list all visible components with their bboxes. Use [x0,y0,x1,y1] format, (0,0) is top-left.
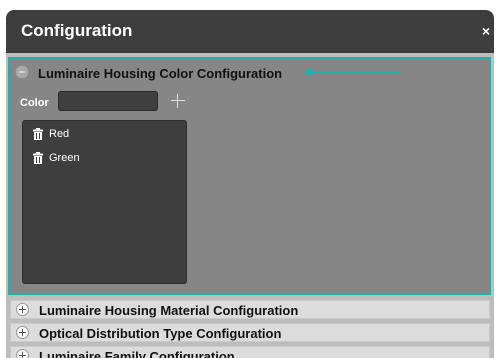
collapse-icon[interactable] [15,65,29,79]
add-icon[interactable] [170,93,186,109]
arrow-left-icon [302,68,400,76]
trash-icon[interactable] [33,152,43,164]
close-icon[interactable]: × [482,23,490,39]
optical-distribution-header[interactable]: Optical Distribution Type Configuration [10,323,490,342]
list-item-label: Red [49,128,70,140]
luminaire-family-title: Luminaire Family Configuration [39,349,235,358]
housing-color-section: Luminaire Housing Color Configuration Co… [8,57,491,295]
housing-material-title: Luminaire Housing Material Configuration [39,303,299,318]
optical-distribution-title: Optical Distribution Type Configuration [39,326,282,341]
housing-color-header[interactable]: Luminaire Housing Color Configuration [10,59,489,87]
color-label: Color [20,97,49,109]
housing-color-title: Luminaire Housing Color Configuration [38,66,283,81]
trash-icon[interactable] [33,128,43,140]
expand-icon[interactable] [16,349,29,358]
color-list: Red Green [22,120,187,284]
expand-icon[interactable] [16,303,29,316]
dialog-title: Configuration [21,21,133,40]
dialog-titlebar: Configuration × [6,10,494,53]
housing-material-header[interactable]: Luminaire Housing Material Configuration [10,300,490,319]
list-item-label: Green [49,152,80,164]
expand-icon[interactable] [16,326,29,339]
color-input[interactable] [58,91,158,111]
luminaire-family-header[interactable]: Luminaire Family Configuration [10,346,490,358]
configuration-dialog: Configuration × Luminaire Housing Color … [6,10,494,358]
